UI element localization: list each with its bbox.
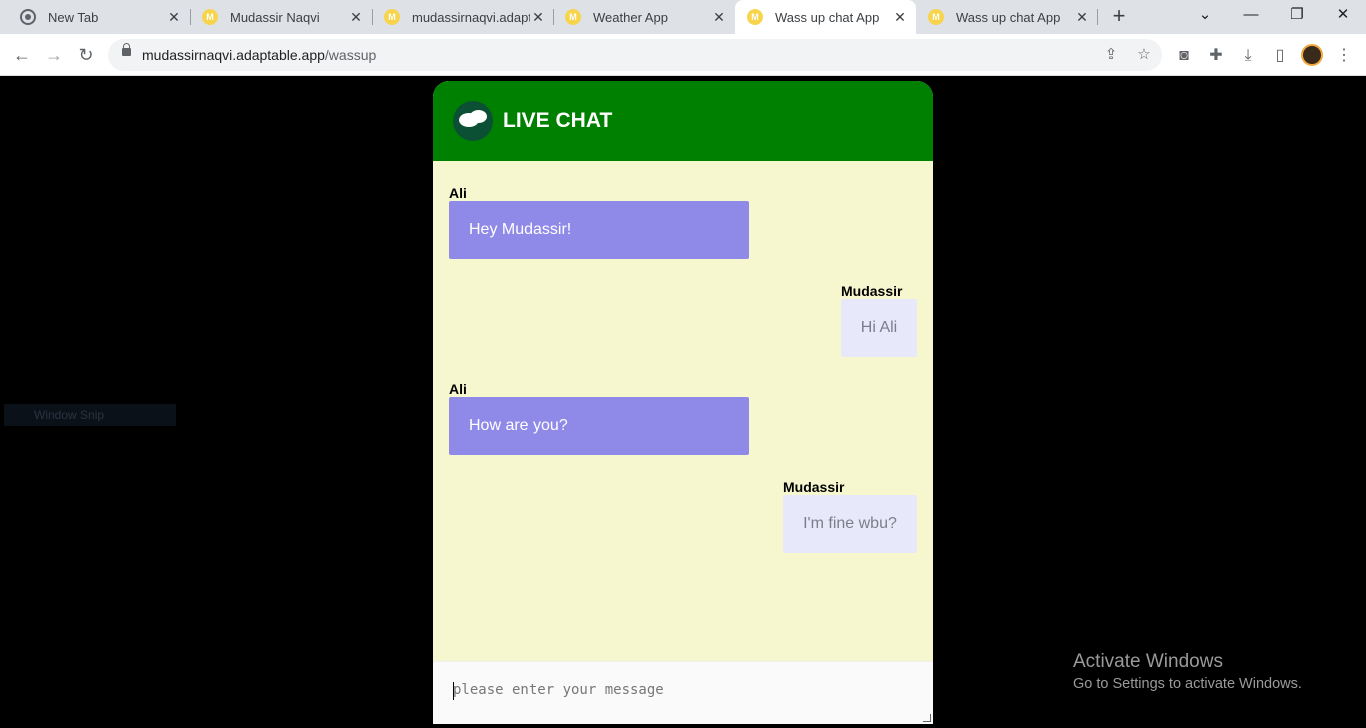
chat-title: LIVE CHAT <box>503 109 613 132</box>
message-sender: Mudassir <box>841 283 903 299</box>
url-text[interactable]: mudassirnaqvi.adaptable.app/wassup <box>142 47 376 63</box>
m-favicon-icon: M <box>928 9 944 25</box>
tab-strip: New Tab ✕ M Mudassir Naqvi ✕ M mudassirn… <box>0 0 1366 34</box>
tab-separator <box>1097 9 1098 25</box>
chat-header: LIVE CHAT <box>433 81 933 161</box>
window-snip-label: Window Snip <box>4 404 176 426</box>
incoming-message: Hey Mudassir! <box>449 201 749 259</box>
bookmark-star-icon[interactable]: ☆ <box>1134 45 1154 65</box>
tab-weather-app[interactable]: M Weather App ✕ <box>553 0 735 34</box>
side-panel-icon[interactable]: ▯ <box>1269 45 1291 67</box>
download-icon[interactable]: ⤓ <box>1237 45 1259 67</box>
forward-arrow-icon[interactable]: → <box>41 42 67 68</box>
tab-wassup-active[interactable]: M Wass up chat App ✕ <box>735 0 916 34</box>
chrome-icon <box>22 11 34 23</box>
message-sender: Ali <box>449 381 467 397</box>
close-icon[interactable]: ✕ <box>1074 9 1090 26</box>
text-caret <box>453 682 454 700</box>
share-icon[interactable]: ⇪ <box>1101 45 1121 65</box>
m-favicon-icon: M <box>565 9 581 25</box>
tab-wassup[interactable]: M Wass up chat App ✕ <box>916 0 1098 34</box>
m-favicon-icon: M <box>202 9 218 25</box>
close-icon[interactable]: ✕ <box>166 9 182 26</box>
tab-new-tab[interactable]: New Tab ✕ <box>8 0 190 34</box>
menu-kebab-icon[interactable]: ⋮ <box>1333 45 1355 67</box>
tab-title: Wass up chat App <box>775 9 880 25</box>
message-input[interactable] <box>433 662 933 724</box>
new-tab-plus-icon[interactable]: + <box>1108 5 1130 29</box>
close-icon[interactable]: ✕ <box>348 9 364 26</box>
back-arrow-icon[interactable]: ← <box>9 42 35 68</box>
tab-mudassir-naqvi[interactable]: M Mudassir Naqvi ✕ <box>190 0 372 34</box>
url-path: /wassup <box>324 47 377 63</box>
minimize-icon[interactable]: — <box>1228 0 1274 34</box>
incoming-message: How are you? <box>449 397 749 455</box>
lock-icon[interactable] <box>122 43 131 56</box>
restore-icon[interactable]: ❐ <box>1274 0 1320 34</box>
screenshot-camera-icon[interactable]: ◙ <box>1173 45 1195 67</box>
close-icon[interactable]: ✕ <box>892 9 908 26</box>
tab-title: Wass up chat App <box>956 9 1061 25</box>
chat-window: LIVE CHAT Ali Hey Mudassir! Mudassir Hi … <box>433 81 933 724</box>
activate-windows-watermark: Activate Windows Go to Settings to activ… <box>1073 651 1302 692</box>
close-icon[interactable]: ✕ <box>530 9 546 26</box>
page-viewport: Window Snip LIVE CHAT Ali Hey Mudassir! … <box>0 77 1366 728</box>
url-host: mudassirnaqvi.adaptable.app <box>142 47 325 63</box>
extensions-puzzle-icon[interactable]: ✚ <box>1205 45 1227 67</box>
message-sender: Mudassir <box>783 479 845 495</box>
m-favicon-icon: M <box>384 9 400 25</box>
outgoing-message: I'm fine wbu? <box>783 495 917 553</box>
activate-title: Activate Windows <box>1073 651 1223 672</box>
reload-icon[interactable]: ↻ <box>73 42 99 68</box>
profile-avatar[interactable] <box>1301 44 1323 66</box>
tab-search-chevron-icon[interactable]: ⌄ <box>1182 0 1228 34</box>
tab-title: Mudassir Naqvi <box>230 9 320 25</box>
close-icon[interactable]: ✕ <box>711 9 727 26</box>
chat-bubbles-logo-icon <box>453 101 493 141</box>
message-composer <box>433 661 933 724</box>
browser-toolbar: ← → ↻ mudassirnaqvi.adaptable.app/wassup… <box>0 34 1366 76</box>
address-bar[interactable]: mudassirnaqvi.adaptable.app/wassup ⇪ ☆ <box>108 39 1162 71</box>
tab-title: mudassirnaqvi.adaptable <box>412 9 530 25</box>
resize-grip-icon[interactable] <box>923 714 931 722</box>
outgoing-message: Hi Ali <box>841 299 917 357</box>
message-sender: Ali <box>449 185 467 201</box>
activate-subtitle: Go to Settings to activate Windows. <box>1073 676 1302 692</box>
tab-title: Weather App <box>593 9 668 25</box>
tab-adaptable[interactable]: M mudassirnaqvi.adaptable ✕ <box>372 0 554 34</box>
tab-title: New Tab <box>48 9 99 25</box>
close-window-icon[interactable]: ✕ <box>1320 0 1366 34</box>
m-favicon-icon: M <box>747 9 763 25</box>
